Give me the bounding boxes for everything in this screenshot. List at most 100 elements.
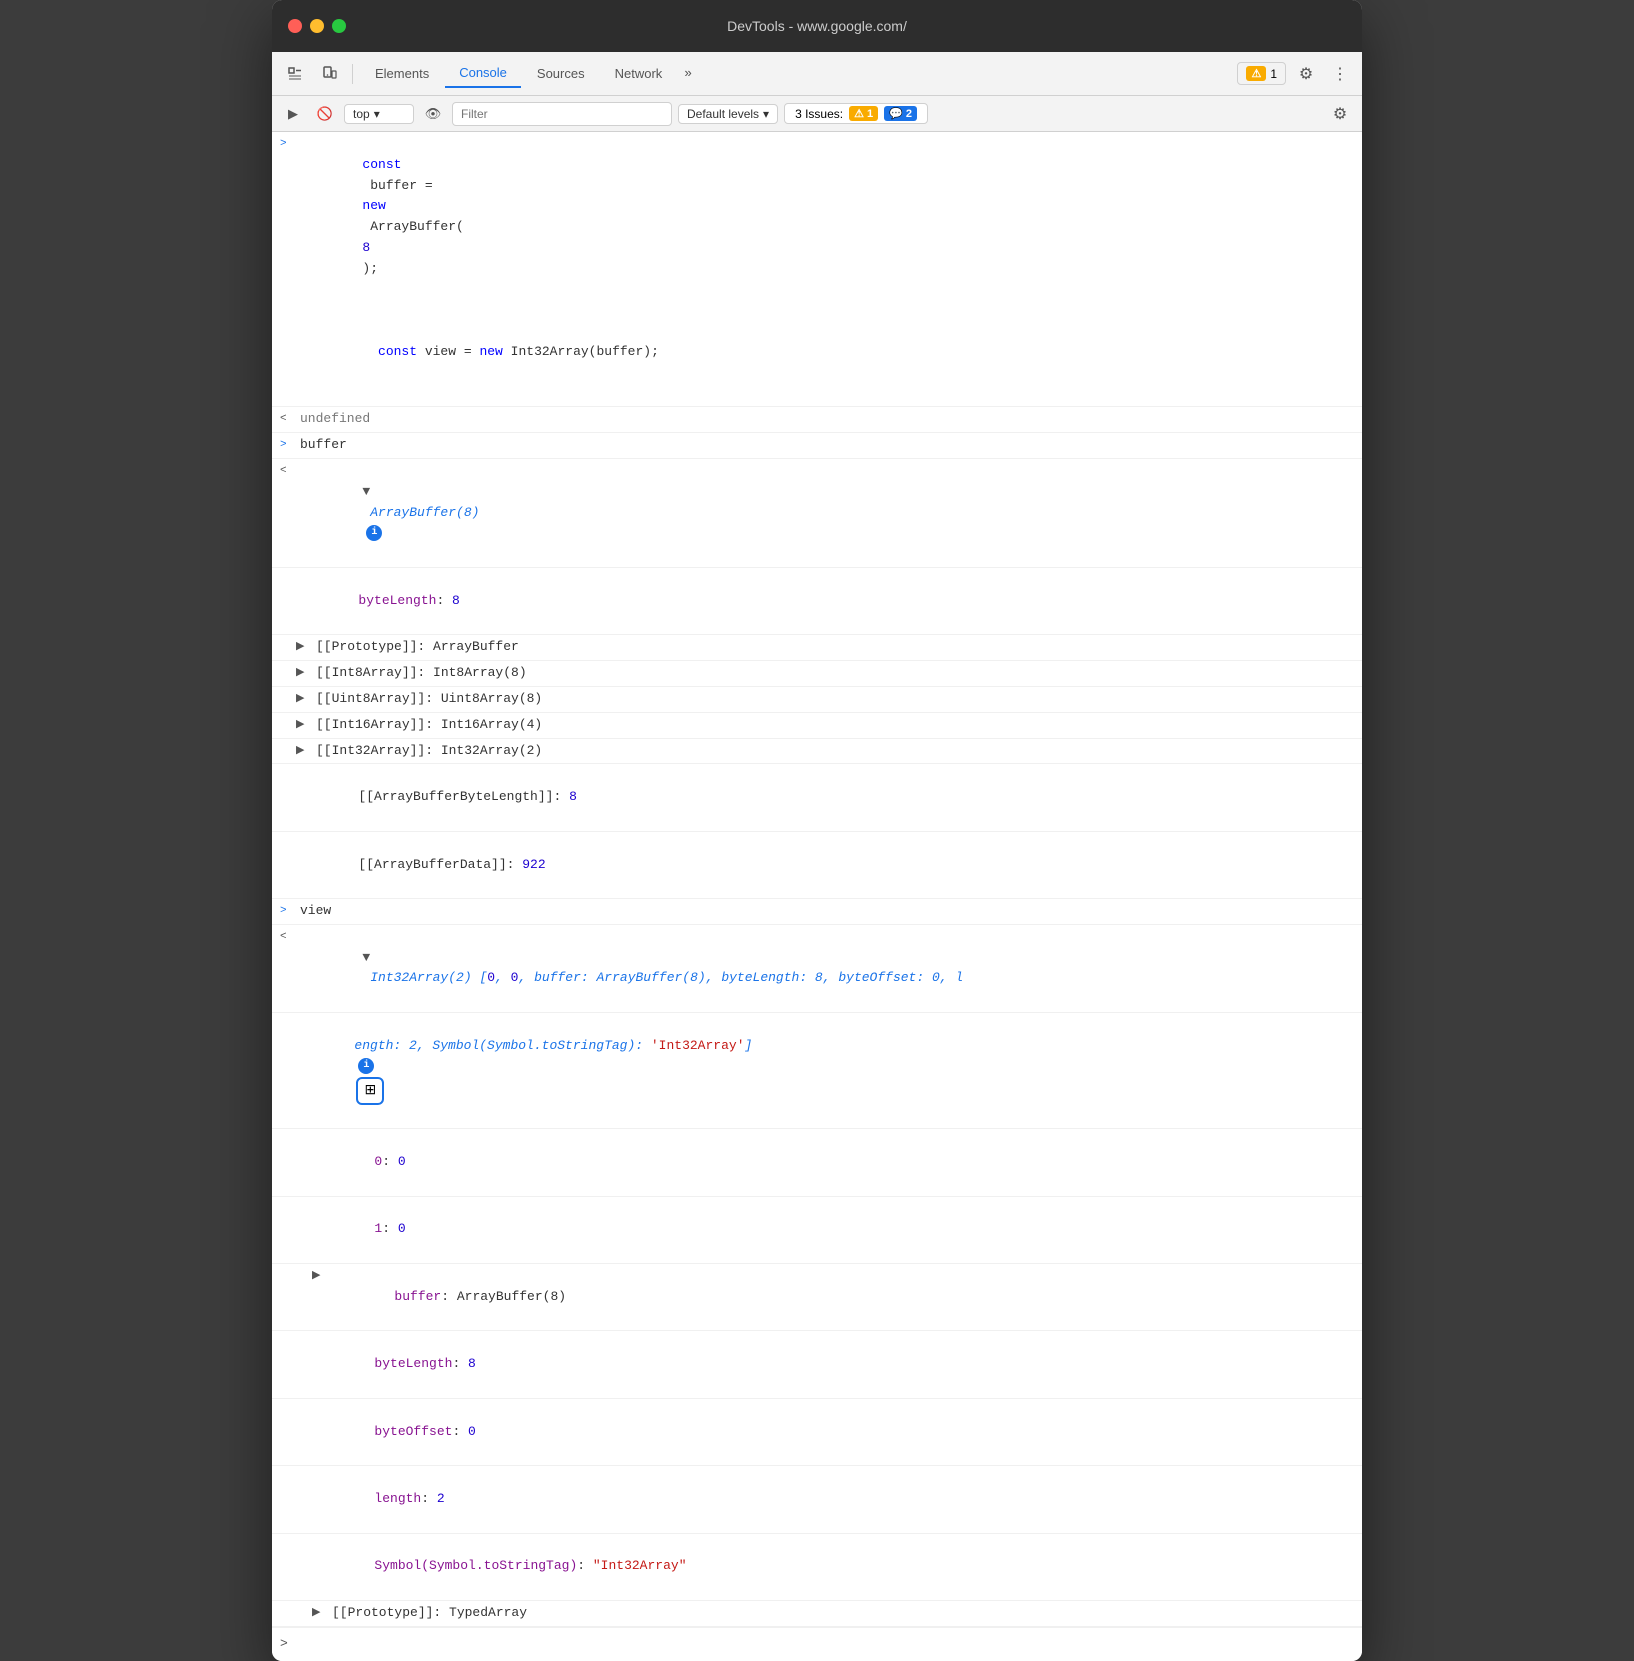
titlebar: DevTools - www.google.com/ — [272, 0, 1362, 52]
console-prop-buffer: ▶ buffer: ArrayBuffer(8) — [272, 1264, 1362, 1331]
console-int32-line2: ength: 2, Symbol(Symbol.toStringTag): 'I… — [272, 1013, 1362, 1129]
console-issues-button[interactable]: 3 Issues: ⚠ 1 💬 2 — [784, 103, 928, 124]
console-prop-text-length: length: 2 — [312, 1468, 1354, 1530]
console-prop-symbol: Symbol(Symbol.toStringTag): "Int32Array" — [272, 1534, 1362, 1601]
tab-console[interactable]: Console — [445, 59, 521, 88]
more-options-button[interactable]: ⋮ — [1326, 60, 1354, 88]
tab-network[interactable]: Network — [601, 60, 677, 87]
issues-warn-count: 1 — [1270, 67, 1277, 81]
console-prop-text-prototype1: [[Prototype]]: ArrayBuffer — [316, 637, 1354, 658]
expand-int8array[interactable]: ▶ — [296, 665, 310, 683]
minimize-button[interactable] — [310, 19, 324, 33]
execute-script-button[interactable]: ▶ — [280, 102, 306, 126]
devtools-window: DevTools - www.google.com/ Elements Cons… — [272, 0, 1362, 1661]
console-result-int32: ▼ Int32Array(2) [0, 0, buffer: ArrayBuff… — [300, 927, 1354, 1010]
console-entry-1: > const buffer = new ArrayBuffer( 8 ); c… — [272, 132, 1362, 407]
console-prop-view-bytelength: byteLength: 8 — [272, 1331, 1362, 1398]
console-entry-int32array: < ▼ Int32Array(2) [0, 0, buffer: ArrayBu… — [272, 925, 1362, 1013]
console-prop-text-byteoffset: byteOffset: 0 — [312, 1401, 1354, 1463]
console-info-badge: 💬 2 — [884, 106, 917, 121]
console-settings-button[interactable]: ⚙ — [1326, 100, 1354, 128]
expand-uint8array[interactable]: ▶ — [296, 691, 310, 709]
console-prop-text-uint8array: [[Uint8Array]]: Uint8Array(8) — [316, 689, 1354, 710]
console-prop-text-buffer: buffer: ArrayBuffer(8) — [332, 1266, 1354, 1328]
console-prop-text-prototype2: [[Prototype]]: TypedArray — [332, 1603, 1354, 1624]
result-arrow-4: < — [280, 463, 294, 481]
maximize-button[interactable] — [332, 19, 346, 33]
issues-warn-icon: ⚠ — [1246, 66, 1266, 81]
levels-arrow-icon: ▾ — [763, 107, 769, 121]
console-output: > const buffer = new ArrayBuffer( 8 ); c… — [272, 132, 1362, 1661]
console-int32-text-line2: ength: 2, Symbol(Symbol.toStringTag): 'I… — [292, 1015, 1354, 1126]
expand-buffer[interactable]: ▶ — [312, 1268, 326, 1286]
device-toggle-button[interactable] — [314, 60, 344, 88]
issues-text: 3 Issues: — [795, 107, 843, 121]
console-prop-arraybufferbytelength: [[ArrayBufferByteLength]]: 8 — [272, 764, 1362, 831]
live-expressions-button[interactable]: 👁 — [420, 102, 446, 126]
tab-sources[interactable]: Sources — [523, 60, 599, 87]
clear-console-button[interactable]: 🚫 — [312, 102, 338, 126]
console-entry-4: < ▼ ArrayBuffer(8) i — [272, 459, 1362, 568]
prompt-arrow-icon: > — [280, 1634, 288, 1655]
console-prop-int32array: ▶ [[Int32Array]]: Int32Array(2) — [272, 739, 1362, 765]
tooltip-icon-int32[interactable]: ⊞ — [356, 1077, 384, 1105]
expand-prototype1[interactable]: ▶ — [296, 639, 310, 657]
toolbar-right: ⚠ 1 ⚙ ⋮ — [1237, 60, 1354, 88]
traffic-lights — [288, 19, 346, 33]
window-title: DevTools - www.google.com/ — [727, 18, 907, 34]
console-prop-int16array: ▶ [[Int16Array]]: Int16Array(4) — [272, 713, 1362, 739]
console-prop-text-int8array: [[Int8Array]]: Int8Array(8) — [316, 663, 1354, 684]
issues-badge[interactable]: ⚠ 1 — [1237, 62, 1286, 85]
tab-bar: Elements Console Sources Network » — [361, 59, 1233, 88]
toolbar-divider — [352, 64, 353, 84]
log-levels-selector[interactable]: Default levels ▾ — [678, 104, 778, 124]
console-entry-3: > buffer — [272, 433, 1362, 459]
context-selector[interactable]: top ▾ — [344, 104, 414, 124]
console-warn-badge: ⚠ 1 — [849, 106, 878, 121]
console-result-4: ▼ ArrayBuffer(8) i — [300, 461, 1354, 565]
console-prop-text-symbol: Symbol(Symbol.toStringTag): "Int32Array" — [312, 1536, 1354, 1598]
console-prop-text-1: 1: 0 — [312, 1199, 1354, 1261]
result-arrow-2: < — [280, 411, 294, 429]
console-prop-prototype2: ▶ [[Prototype]]: TypedArray — [272, 1601, 1362, 1627]
expand-arrow-view[interactable]: > — [280, 903, 294, 921]
levels-label: Default levels — [687, 107, 759, 121]
result-arrow-int32: < — [280, 929, 294, 947]
inspect-element-button[interactable] — [280, 60, 310, 88]
console-prop-prototype1: ▶ [[Prototype]]: ArrayBuffer — [272, 635, 1362, 661]
console-code-1: const buffer = new ArrayBuffer( 8 ); con… — [300, 134, 1354, 404]
settings-button[interactable]: ⚙ — [1292, 60, 1320, 88]
info-icon-int32[interactable]: i — [358, 1058, 374, 1074]
console-prop-text-0: 0: 0 — [312, 1131, 1354, 1193]
console-prop-text-abbl: [[ArrayBufferByteLength]]: 8 — [296, 766, 1354, 828]
console-code-view: view — [300, 901, 1354, 922]
console-result-2: undefined — [300, 409, 1354, 430]
more-tabs-button[interactable]: » — [678, 64, 698, 83]
console-entry-view: > view — [272, 899, 1362, 925]
close-button[interactable] — [288, 19, 302, 33]
tab-elements[interactable]: Elements — [361, 60, 443, 87]
main-toolbar: Elements Console Sources Network » ⚠ 1 ⚙… — [272, 52, 1362, 96]
console-prop-text-int32array: [[Int32Array]]: Int32Array(2) — [316, 741, 1354, 762]
console-prop-text-abd: [[ArrayBufferData]]: 922 — [296, 834, 1354, 896]
expand-int32array[interactable]: ▶ — [296, 743, 310, 761]
console-prop-text-int16array: [[Int16Array]]: Int16Array(4) — [316, 715, 1354, 736]
console-prop-text-view-bytelength: byteLength: 8 — [312, 1333, 1354, 1395]
console-prop-length: length: 2 — [272, 1466, 1362, 1533]
expand-int16array[interactable]: ▶ — [296, 717, 310, 735]
expand-prototype2[interactable]: ▶ — [312, 1605, 326, 1623]
console-prop-int8array: ▶ [[Int8Array]]: Int8Array(8) — [272, 661, 1362, 687]
console-entry-2: < undefined — [272, 407, 1362, 433]
console-prop-arraybufferdata: [[ArrayBufferData]]: 922 — [272, 832, 1362, 899]
console-toolbar: ▶ 🚫 top ▾ 👁 Default levels ▾ 3 Issues: ⚠… — [272, 96, 1362, 132]
console-prop-byteoffset: byteOffset: 0 — [272, 1399, 1362, 1466]
context-arrow-icon: ▾ — [374, 107, 380, 121]
info-icon-4[interactable]: i — [366, 525, 382, 541]
expand-arrow-1[interactable]: > — [280, 136, 294, 154]
filter-input[interactable] — [452, 102, 672, 126]
console-prop-text-bytelength: byteLength: 8 — [296, 570, 1354, 632]
console-prop-bytelength: byteLength: 8 — [272, 568, 1362, 635]
expand-arrow-3[interactable]: > — [280, 437, 294, 455]
console-prompt[interactable]: > — [272, 1627, 1362, 1661]
console-prop-0: 0: 0 — [272, 1129, 1362, 1196]
